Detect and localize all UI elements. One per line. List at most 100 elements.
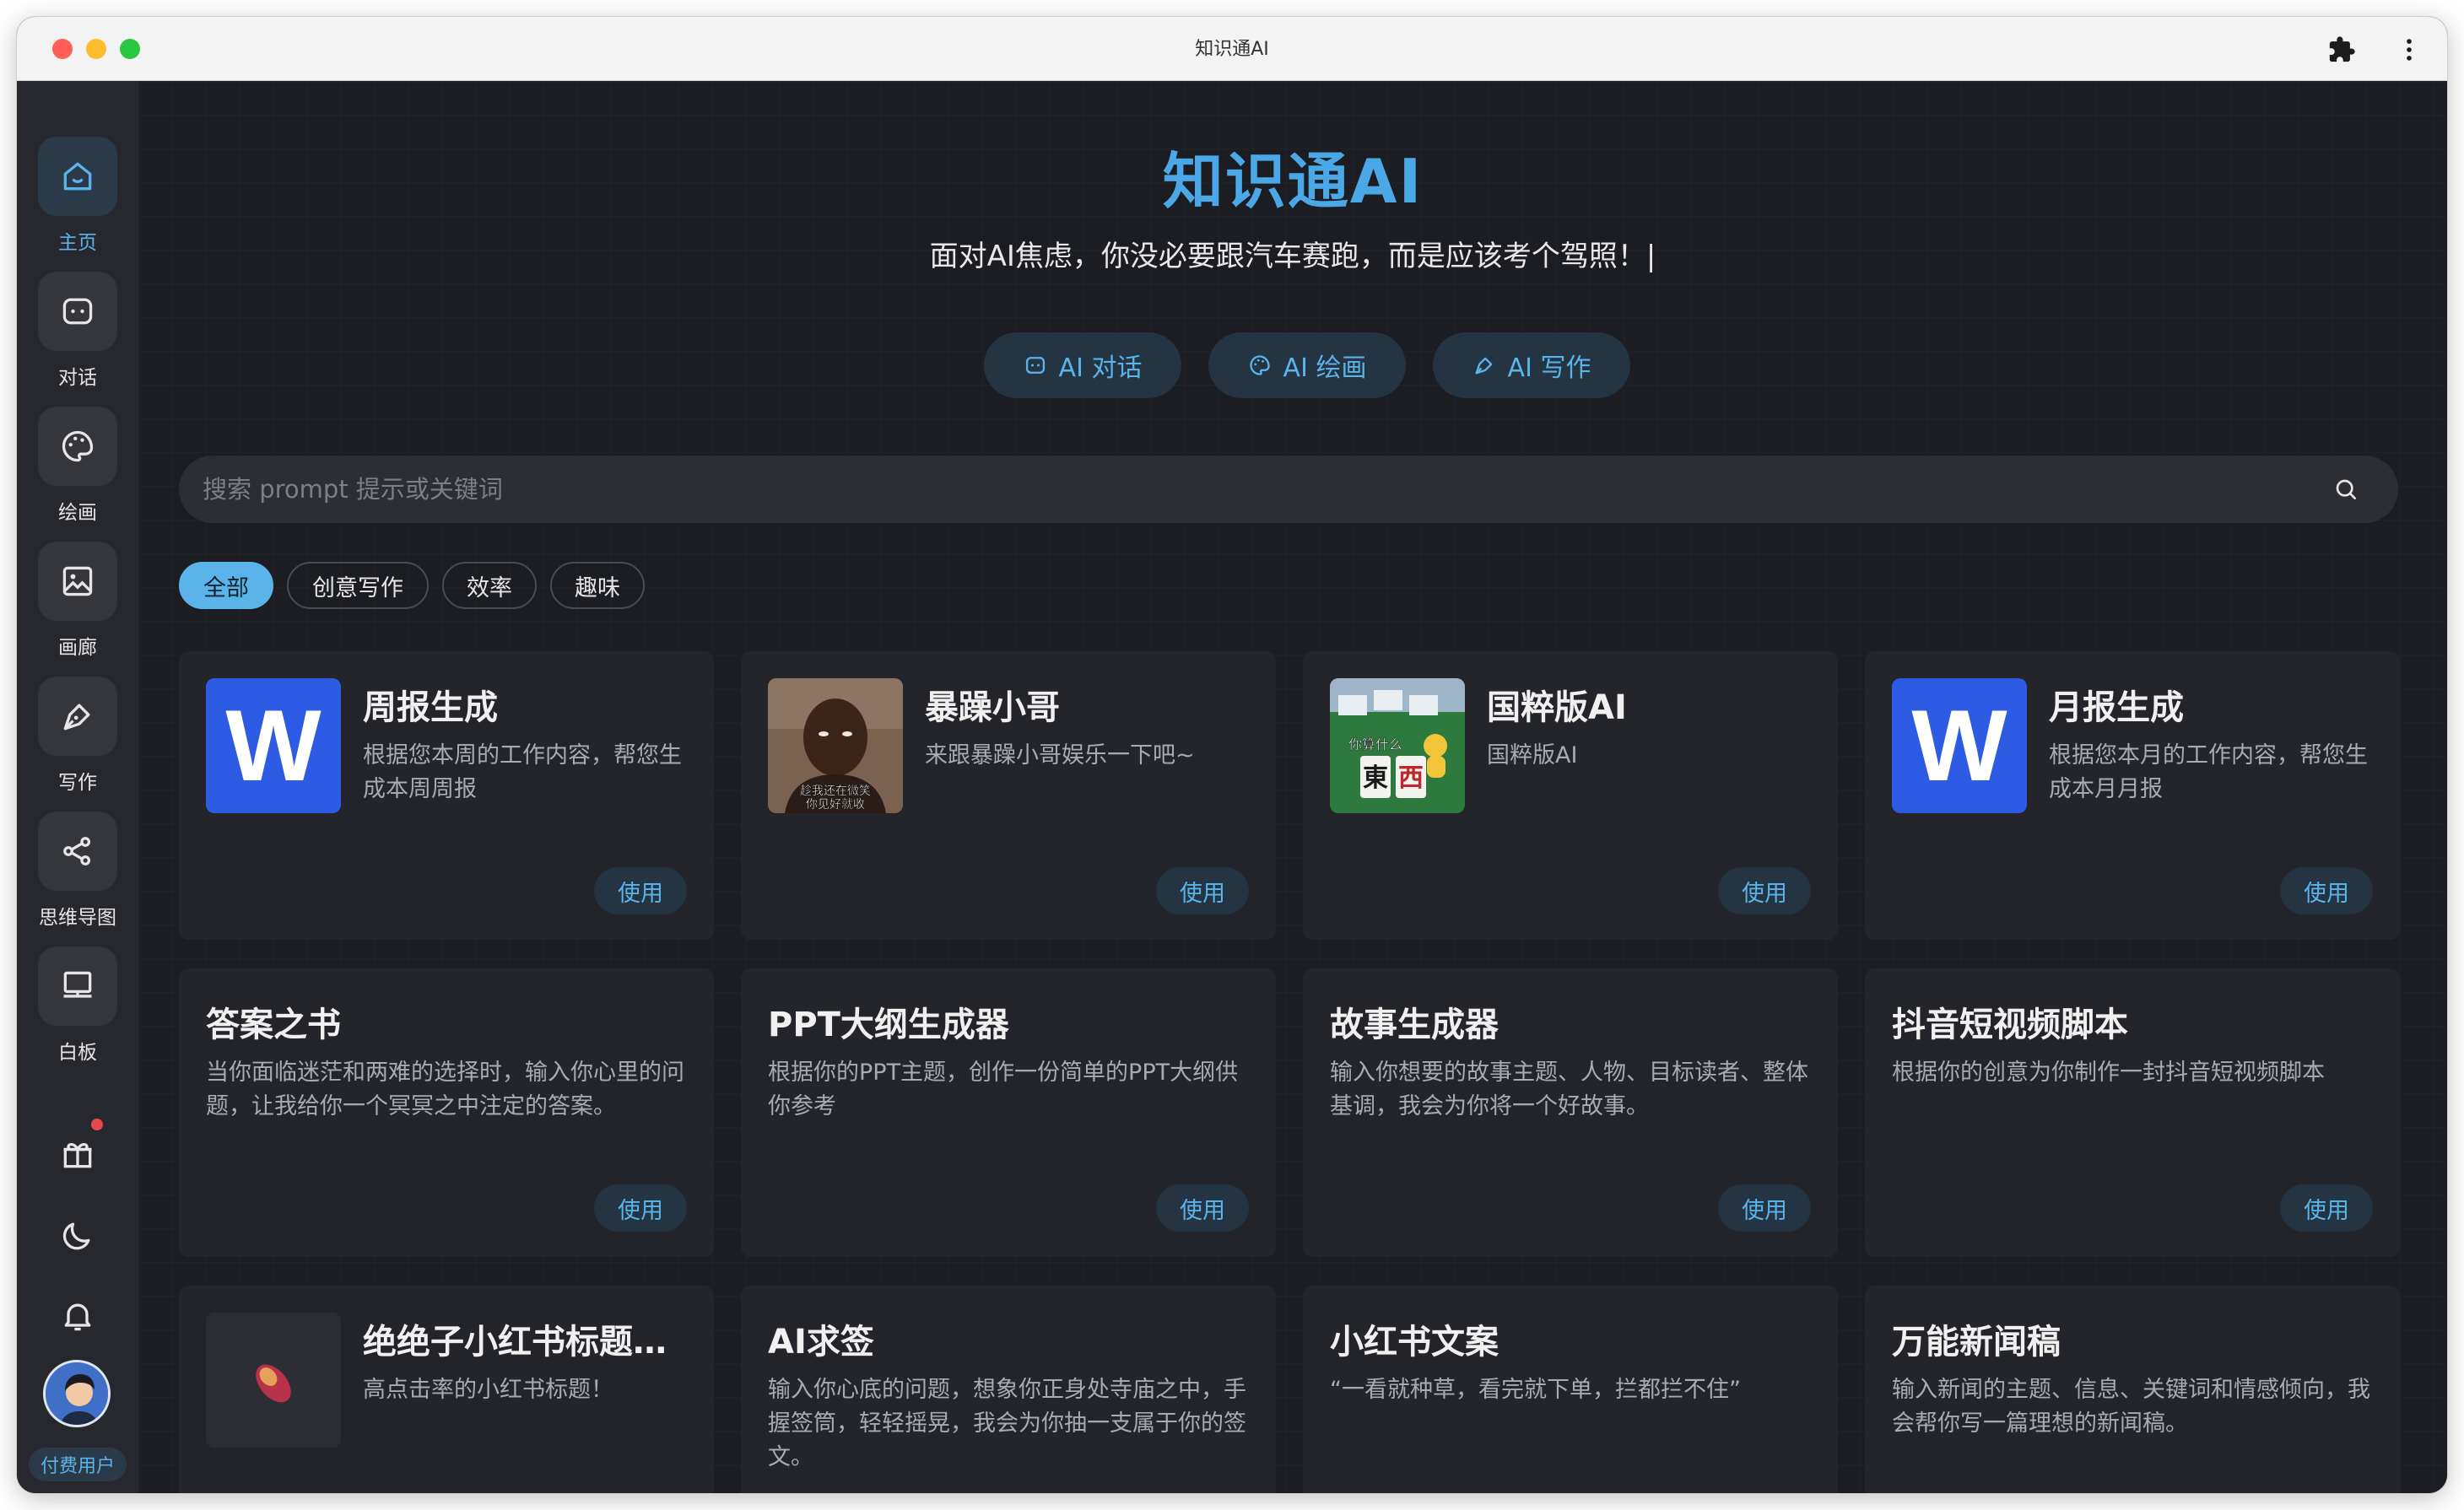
use-button[interactable]: 使用 [594,867,687,914]
notification-dot [91,1119,103,1130]
card-title: 国粹版AI [1487,688,1627,727]
prompt-card[interactable]: 故事生成器 输入你想要的故事主题、人物、目标读者、整体基调，我会为你将一个好故事… [1303,968,1838,1257]
user-avatar[interactable] [43,1360,111,1427]
prompt-card[interactable]: W 周报生成 根据您本周的工作内容，帮您生成本周周报 使用 [179,651,714,940]
prompt-card[interactable]: 万能新闻稿 输入新闻的主题、信息、关键词和情感倾向，我会帮你写一篇理想的新闻稿。… [1865,1286,2400,1493]
ai-write-label: AI 写作 [1507,353,1591,383]
more-options-icon[interactable] [2395,35,2423,64]
prompt-card[interactable]: 東 西 你算什么 国粹版AI 国粹版AI 使用 [1303,651,1838,940]
home-icon [63,162,92,191]
prompt-card[interactable]: 小红书文案 “一看就种草，看完就下单，拦都拦不住” 使用 [1303,1286,1838,1493]
card-title: PPT大纲生成器 [768,1006,1009,1044]
main-content: 知识通AI 面对AI焦虑，你没必要跟汽车赛跑，而是应该考个驾照！| AI 对话 … [138,81,2447,1493]
card-title: 周报生成 [363,688,498,727]
prompt-card[interactable]: PPT大纲生成器 根据你的PPT主题，创作一份简单的PPT大纲供你参考 使用 [741,968,1276,1257]
prompt-card[interactable]: W 月报生成 根据您本月的工作内容，帮您生成本月月报 使用 [1865,651,2400,940]
ai-chat-label: AI 对话 [1058,353,1143,383]
sidebar-item-whiteboard[interactable]: 白板 [17,946,138,1081]
sidebar-item-write[interactable]: 写作 [17,677,138,812]
word-icon: W [206,678,341,813]
prompt-card[interactable]: AI求签 输入你心底的问题，想象你正身处寺庙之中，手握签筒，轻轻摇晃，我会为你抽… [741,1286,1276,1493]
svg-text:西: 西 [1398,763,1424,793]
sidebar-item-label: 白板 [58,1042,97,1064]
sidebar-item-label: 绘画 [58,502,97,524]
card-title: 小红书文案 [1330,1323,1499,1362]
chat-icon [1025,357,1045,374]
card-description: 来跟暴躁小哥娱乐一下吧~ [925,742,1195,768]
card-description: 根据你的创意为你制作一封抖音短视频脚本 [1892,1060,2325,1086]
window-title: 知识通AI [1195,39,1269,60]
palette-icon [1249,355,1270,375]
search-input[interactable] [203,456,2314,523]
sidebar-item-draw[interactable]: 绘画 [17,407,138,542]
filter-efficiency[interactable]: 效率 [442,562,537,609]
chat-nav-button[interactable] [38,272,117,351]
whiteboard-icon [63,971,92,998]
whiteboard-nav-button[interactable] [38,946,117,1026]
use-button[interactable]: 使用 [2280,867,2373,914]
tagline: 面对AI焦虑，你没必要跟汽车赛跑，而是应该考个驾照！| [929,240,1656,273]
prompt-card[interactable]: 绝绝子小红书标题生成器 高点击率的小红书标题！ 使用 [179,1286,714,1493]
mindmap-icon [63,837,91,866]
use-button[interactable]: 使用 [594,1184,687,1232]
svg-text:東: 東 [1363,763,1388,793]
use-button[interactable]: 使用 [1718,867,1811,914]
card-title: 月报生成 [2049,688,2184,727]
gift-icon[interactable] [59,1135,96,1173]
gallery-nav-button[interactable] [38,542,117,621]
card-title: 绝绝子小红书标题生成器 [363,1323,687,1362]
puzzle-icon[interactable] [2327,35,2356,64]
card-title: 暴躁小哥 [925,688,1060,727]
sidebar-item-label: 写作 [58,772,97,794]
card-description: 根据你的PPT主题，创作一份简单的PPT大纲供你参考 [768,1060,1239,1119]
write-nav-button[interactable] [38,677,117,756]
home-nav-button[interactable] [38,137,117,216]
sidebar-item-chat[interactable]: 对话 [17,272,138,407]
sidebar-item-label: 对话 [58,367,97,389]
card-description: 当你面临迷茫和两难的选择时，输入你心里的问题，让我给你一个冥冥之中注定的答案。 [206,1060,684,1119]
bell-icon[interactable] [59,1297,96,1335]
card-description: 根据您本月的工作内容，帮您生成本月月报 [2049,742,2368,802]
prompt-card[interactable]: 抖音短视频脚本 根据你的创意为你制作一封抖音短视频脚本 使用 [1865,968,2400,1257]
use-button[interactable]: 使用 [1156,1184,1249,1232]
pen-icon [63,704,90,731]
moon-icon[interactable] [59,1216,96,1254]
filter-all[interactable]: 全部 [179,562,273,609]
sidebar-item-gallery[interactable]: 画廊 [17,542,138,677]
ai-draw-button[interactable]: AI 绘画 [1208,332,1406,398]
prompt-card[interactable]: 答案之书 当你面临迷茫和两难的选择时，输入你心里的问题，让我给你一个冥冥之中注定… [179,968,714,1257]
prompt-card[interactable]: 趁我还在微笑 你见好就收 暴躁小哥 来跟暴躁小哥娱乐一下吧~ 使用 [741,651,1276,940]
use-button[interactable]: 使用 [1156,867,1249,914]
card-title: AI求签 [768,1323,874,1362]
mindmap-nav-button[interactable] [38,812,117,891]
sidebar-item-home[interactable]: 主页 [17,137,138,272]
draw-nav-button[interactable] [38,407,117,486]
ai-draw-label: AI 绘画 [1283,353,1367,383]
portrait-image: 趁我还在微笑 你见好就收 [768,678,903,813]
prompt-search-bar [179,456,2398,523]
title-bar: 知识通AI [17,17,2447,81]
paid-user-label: 付费用户 [28,1448,127,1481]
search-icon[interactable] [2332,476,2359,503]
filter-creative-writing[interactable]: 创意写作 [287,562,429,609]
paid-user-badge[interactable]: 付费用户 [17,1448,138,1481]
sidebar-item-mindmap[interactable]: 思维导图 [17,812,138,946]
word-icon: W [1892,678,2027,813]
card-description: 根据您本周的工作内容，帮您生成本周周报 [363,742,682,802]
chat-icon [62,298,93,325]
gallery-icon [62,566,93,596]
use-button[interactable]: 使用 [1718,1184,1811,1232]
use-button[interactable]: 使用 [2280,1184,2373,1232]
sidebar: 主页 对话 绘画 画廊 写作 思维导图 白板 付费用户 [17,81,138,1493]
card-title: 故事生成器 [1330,1006,1499,1044]
filter-fun[interactable]: 趣味 [550,562,645,609]
app-title: 知识通AI [1162,146,1424,217]
svg-text:你算什么: 你算什么 [1348,736,1402,752]
ai-chat-button[interactable]: AI 对话 [984,332,1181,398]
app-window: 知识通AI 主页 对话 绘画 画廊 写作 思维导图 白板 付费用户 知识通AI … [17,17,2447,1493]
svg-text:你见好就收: 你见好就收 [806,798,865,812]
card-description: 输入你想要的故事主题、人物、目标读者、整体基调，我会为你将一个好故事。 [1330,1060,1808,1119]
mahjong-image: 東 西 你算什么 [1330,678,1465,813]
sidebar-item-label: 思维导图 [39,907,116,929]
ai-write-button[interactable]: AI 写作 [1433,332,1630,398]
